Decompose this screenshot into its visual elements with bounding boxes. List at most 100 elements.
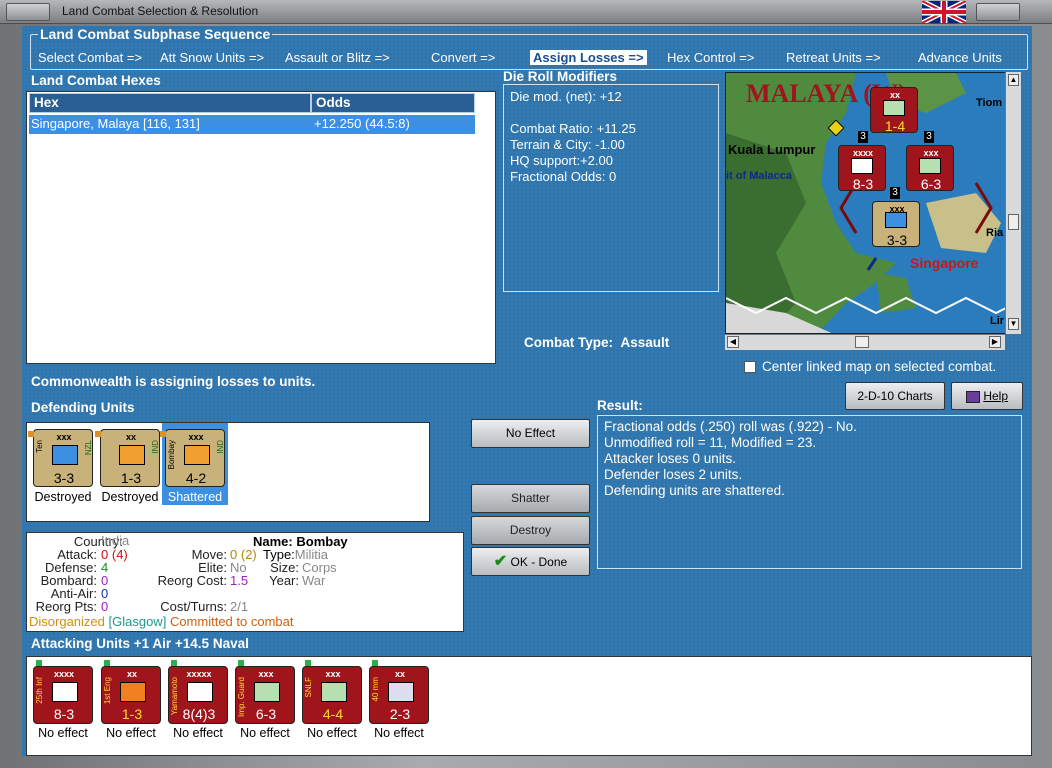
unit-marker-icon (372, 660, 378, 666)
center-map-checkbox[interactable] (744, 361, 756, 373)
scroll-down-icon[interactable]: ▼ (1008, 318, 1019, 330)
help-label: Help (983, 389, 1009, 403)
unit-nationality: IND (216, 440, 225, 454)
unit-nationality: NZL (84, 440, 93, 456)
map-counter-ten[interactable]: xxx 3-3 (872, 201, 920, 248)
result-line: Unmodified roll = 11, Modified = 23. (604, 435, 817, 450)
unit-designation: Bombay (167, 440, 176, 470)
territorial-icon (885, 212, 907, 228)
infantry-icon (851, 158, 873, 174)
defending-unit-counter[interactable]: xxx Ten NZL 3-3 (33, 429, 93, 487)
ok-done-button[interactable]: ✔ OK - Done (471, 547, 590, 576)
combat-type-label: Combat Type: (524, 335, 614, 350)
unit-status: Destroyed (101, 490, 159, 504)
unit-status: No effect (307, 726, 357, 740)
scroll-right-icon[interactable]: ▶ (989, 336, 1001, 348)
unit-designation: Ten (35, 440, 44, 453)
unit-type-icon (52, 682, 78, 702)
map-counter-imp-guard[interactable]: xxx 6-3 (906, 145, 954, 192)
unit-status: No effect (173, 726, 223, 740)
no-effect-button[interactable]: No Effect (471, 419, 590, 448)
attacking-unit-counter[interactable]: xxxxx Yamamoto 8(4)3 (168, 666, 228, 724)
unit-status: Shattered (167, 490, 223, 504)
linked-map[interactable]: MALAYA (W) Kuala Lumpur it of Malacca Si… (725, 72, 1021, 334)
unit-type-icon (321, 682, 347, 702)
unit-size: xxx (923, 148, 939, 158)
unit-marker-icon (104, 660, 110, 666)
year-value: War (302, 573, 326, 588)
attacking-unit-counter[interactable]: xx 40 mm 2-3 (369, 666, 429, 724)
mod-fractional: Fractional Odds: 0 (510, 169, 617, 184)
seq-step-advance: Advance Units (918, 50, 1002, 65)
map-counter-snlf[interactable]: xx 1-4 (870, 87, 918, 134)
unit-info-box: Country: India Attack: 0 (4) Defense: 4 … (26, 532, 464, 632)
result-line: Defender loses 2 units. (604, 467, 743, 482)
year-key: Year: (269, 573, 299, 588)
map-counter-25th-inf[interactable]: xxxx 8-3 (838, 145, 886, 192)
sequence-title: Land Combat Subphase Sequence (38, 26, 273, 42)
scroll-left-icon[interactable]: ◀ (727, 336, 739, 348)
attacking-unit-counter[interactable]: xxx SNLF 4-4 (302, 666, 362, 724)
unit-nationality: IND (151, 440, 160, 454)
ok-done-label: OK - Done (510, 555, 568, 569)
mod-hq: HQ support:+2.00 (510, 153, 613, 168)
col-header-hex[interactable]: Hex (29, 93, 311, 113)
reorg-pts-key: Reorg Pts: (35, 599, 97, 614)
unit-type-icon (184, 445, 210, 465)
defending-units-title: Defending Units (31, 400, 135, 415)
scroll-thumb[interactable] (1008, 214, 1019, 230)
unit-status: No effect (38, 726, 88, 740)
guard-infantry-icon (919, 158, 941, 174)
unit-status-line: Disorganized [Glasgow] Committed to comb… (29, 615, 293, 628)
charts-button[interactable]: 2-D-10 Charts (845, 382, 945, 410)
seq-step-att-snow: Att Snow Units => (160, 50, 265, 65)
map-label-singapore: Singapore (910, 255, 979, 271)
destroy-button[interactable]: Destroy (471, 516, 590, 545)
unit-type-icon (254, 682, 280, 702)
seq-step-retreat: Retreat Units => (786, 50, 881, 65)
center-map-label: Center linked map on selected combat. (762, 359, 997, 374)
map-label-ria: Ria (986, 227, 1004, 239)
shatter-button[interactable]: Shatter (471, 484, 590, 513)
mod-spacer (510, 105, 712, 121)
map-horizontal-scrollbar[interactable]: ◀ ▶ (725, 334, 1005, 350)
reorg-cost-value: 1.5 (230, 573, 249, 588)
unit-type-icon (120, 682, 146, 702)
defending-unit-counter[interactable]: xx IND 1-3 (100, 429, 160, 487)
unit-strength: 6-3 (255, 706, 277, 722)
col-header-odds[interactable]: Odds (311, 93, 475, 113)
system-menu-button[interactable] (6, 3, 50, 21)
combat-hexes-table: Hex Odds Singapore, Malaya [116, 131] +1… (26, 91, 496, 364)
unit-strength: 1-3 (120, 470, 142, 486)
attacking-unit-counter[interactable]: xxxx 25th Inf 8-3 (33, 666, 93, 724)
close-button[interactable] (976, 3, 1020, 21)
unit-strength: 8(4)3 (182, 706, 216, 722)
combat-hexes-title: Land Combat Hexes (31, 73, 161, 88)
table-row[interactable]: Singapore, Malaya [116, 131] +12.250 (44… (29, 115, 475, 134)
help-button[interactable]: Help (951, 382, 1023, 410)
die-roll-modifiers-title: Die Roll Modifiers (503, 69, 618, 84)
seq-step-hex-control: Hex Control => (667, 50, 755, 65)
unit-strength: 3-3 (53, 470, 75, 486)
attacking-unit-counter[interactable]: xxx Imp. Guard 6-3 (235, 666, 295, 724)
map-label-tiom: Tiom (976, 97, 1003, 109)
unit-status: No effect (374, 726, 424, 740)
unit-strength: 6-3 (920, 176, 942, 192)
status-committed: Committed to combat (169, 614, 294, 629)
mod-net: Die mod. (net): +12 (510, 89, 622, 104)
unit-designation: 25th Inf (35, 677, 44, 704)
scroll-thumb[interactable] (855, 336, 869, 348)
flag-icon (920, 0, 968, 26)
unit-type-icon (388, 682, 414, 702)
combat-type-value: Assault (620, 335, 670, 350)
scroll-up-icon[interactable]: ▲ (1008, 74, 1019, 86)
attacking-unit-counter[interactable]: xx 1st Eng 1-3 (101, 666, 161, 724)
die-roll-modifiers-box: Die mod. (net): +12 Combat Ratio: +11.25… (503, 84, 719, 292)
defending-unit-counter[interactable]: xxx Bombay IND 4-2 (165, 429, 225, 487)
map-vertical-scrollbar[interactable]: ▲ ▼ (1005, 72, 1021, 334)
unit-type-icon (119, 445, 145, 465)
unit-marker-icon (28, 431, 34, 437)
unit-type-icon (187, 682, 213, 702)
stack-count: 3 (924, 131, 934, 143)
reorg-cost-key: Reorg Cost: (157, 573, 227, 588)
